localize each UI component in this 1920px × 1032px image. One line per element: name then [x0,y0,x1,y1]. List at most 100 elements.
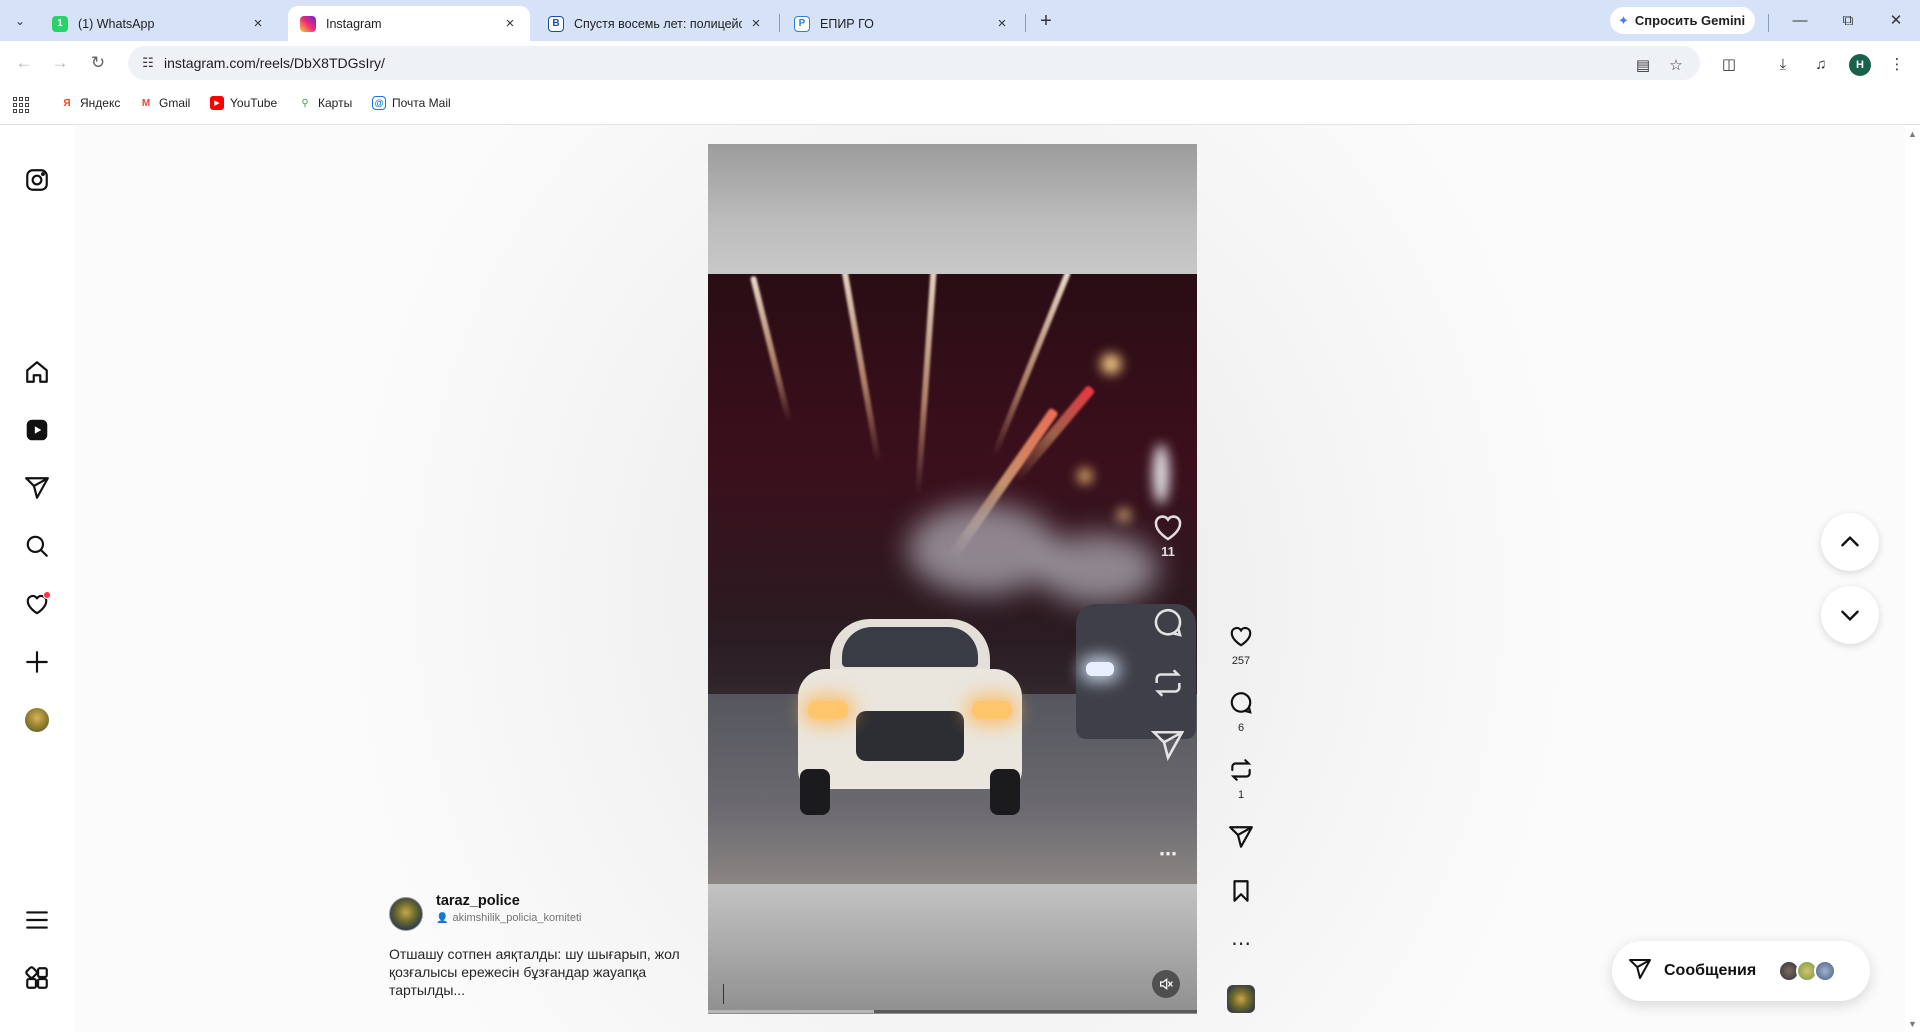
collab-account[interactable]: 👤 akimshilik_policia_komiteti [436,912,581,924]
browser-menu-button[interactable]: ⋮ [1886,53,1908,75]
messages-button[interactable]: Сообщения [1612,941,1870,1001]
street-light [1118,509,1130,521]
bookmarks-bar: Я Яндекс M Gmail ▶ YouTube ⚲ Карты @ Поч… [0,84,1920,125]
url-text: instagram.com/reels/DbX8TDGsIry/ [164,55,385,71]
tab-instagram[interactable]: Instagram × [288,6,530,41]
more-vertical-icon: ⋮ [1889,56,1905,73]
extensions-button[interactable]: ◫ [1718,53,1740,75]
comment-button[interactable]: 6 [1221,690,1261,734]
address-bar[interactable]: ☷ instagram.com/reels/DbX8TDGsIry/ ▤ ☆ [128,46,1700,80]
profile-avatar[interactable]: H [1849,54,1871,76]
comment-icon [1230,692,1252,714]
bookmark-youtube[interactable]: ▶ YouTube [210,96,277,110]
video-overlay-actions: 11 ⋯ [1148,144,1188,1014]
tab-separator [1768,14,1769,32]
bookmark-mail[interactable]: @ Почта Mail [372,96,451,110]
close-tab-icon[interactable]: × [502,15,518,32]
minimize-icon: — [1792,11,1808,29]
site-info-button[interactable]: ☷ [136,51,160,75]
bookmark-icon [1233,880,1249,902]
bookmark-label: Карты [318,96,353,110]
media-controls-button[interactable]: ♫ [1810,53,1832,75]
install-app-button[interactable]: ▤ [1633,55,1653,75]
new-tab-button[interactable]: + [1034,9,1058,33]
close-window-button[interactable]: ✕ [1882,8,1910,32]
download-icon: ⤓ [1779,55,1787,73]
maps-pin-icon: ⚲ [301,97,309,109]
owner-username[interactable]: taraz_police [436,893,520,909]
avatar [1814,960,1836,982]
apps-grid-icon[interactable] [10,94,30,114]
epir-favicon-icon: P [794,15,810,32]
chevron-down-icon: ⌄ [14,14,26,28]
reload-button[interactable]: ↻ [85,50,111,76]
video-progress-fill [874,1010,1197,1013]
profile-nav[interactable] [22,705,52,735]
smoke-cloud [908,504,1058,594]
audio-avatar-icon [1227,985,1255,1013]
gemini-label: Спросить Gemini [1634,13,1746,28]
downloads-button[interactable]: ⤓ [1772,53,1794,75]
install-icon: ▤ [1635,57,1651,74]
mute-button[interactable] [1152,970,1180,998]
page-scrollbar[interactable]: ▲ ▼ [1905,125,1920,1032]
tab-separator [1025,14,1026,32]
reel-video-player[interactable]: 11 ⋯ [708,144,1197,1014]
plus-icon: + [1040,9,1052,32]
like-button[interactable]: 257 [1221,623,1261,667]
search-icon[interactable] [22,531,52,561]
whatsapp-icon: 1 [52,15,68,32]
tab-whatsapp[interactable]: 1 (1) WhatsApp × [40,6,278,41]
bookmark-maps[interactable]: ⚲ Карты [298,96,352,110]
tab-search-button[interactable]: ⌄ [8,9,32,33]
overlay-share-icon [1148,728,1188,762]
overlay-comment-icon [1148,606,1188,640]
firework-spark [749,275,793,423]
tab-epir[interactable]: P ЕПИР ГО × [782,6,1022,41]
instagram-logo-icon[interactable] [22,165,52,195]
chevron-down-icon [1841,610,1859,622]
reels-icon[interactable] [22,415,52,445]
more-menu-icon[interactable] [22,905,52,935]
home-icon[interactable] [22,357,52,387]
bookmark-yandex[interactable]: Я Яндекс [60,96,120,110]
share-button[interactable] [1221,824,1261,850]
tab-title: Instagram [326,16,382,31]
ask-gemini-button[interactable]: ✦ Спросить Gemini [1610,7,1756,34]
minimize-button[interactable]: — [1786,8,1814,32]
more-options-button[interactable]: ⋯ [1221,931,1261,956]
owner-avatar[interactable] [389,897,423,931]
bookmark-gmail[interactable]: M Gmail [139,96,191,110]
repost-button[interactable]: 1 [1221,757,1261,801]
heart-icon [1230,626,1252,647]
also-from-meta-icon[interactable] [22,963,52,993]
media-icon: ♫ [1815,55,1827,73]
previous-reel-button[interactable] [1821,513,1879,571]
scroll-down-arrow-icon[interactable]: ▼ [1908,1019,1917,1029]
close-tab-icon[interactable]: × [748,15,764,32]
direct-send-icon[interactable] [22,473,52,503]
notifications-heart-icon[interactable] [22,589,52,619]
scroll-up-arrow-icon[interactable]: ▲ [1908,129,1917,139]
close-tab-icon[interactable]: × [250,15,266,32]
back-button[interactable]: ← [11,50,37,76]
tab-separator [779,14,780,32]
bookmark-star-button[interactable]: ☆ [1666,55,1686,75]
next-reel-button[interactable] [1821,586,1879,644]
original-audio-button[interactable] [1221,985,1261,1013]
messages-label: Сообщения [1664,962,1757,979]
tune-icon: ☷ [142,55,154,70]
tab-strip: ⌄ 1 (1) WhatsApp × Instagram × B Спустя … [0,0,1920,41]
create-plus-icon[interactable] [22,647,52,677]
close-tab-icon[interactable]: × [994,15,1010,32]
reel-caption[interactable]: Отшашу сотпен аяқталды: шу шығарып, жол … [389,945,689,999]
video-progress-bar[interactable] [708,1010,1197,1013]
smoke-cloud [1038,534,1158,604]
reel-actions: 257 6 1 ⋯ [1221,125,1261,1032]
restore-button[interactable]: ⧉ [1834,8,1862,32]
save-button[interactable] [1221,878,1261,904]
forward-button[interactable]: → [47,50,73,76]
close-icon: ✕ [1889,12,1903,29]
direct-send-icon [1628,957,1652,986]
tab-news[interactable]: B Спустя восемь лет: полицейск × [536,6,776,41]
